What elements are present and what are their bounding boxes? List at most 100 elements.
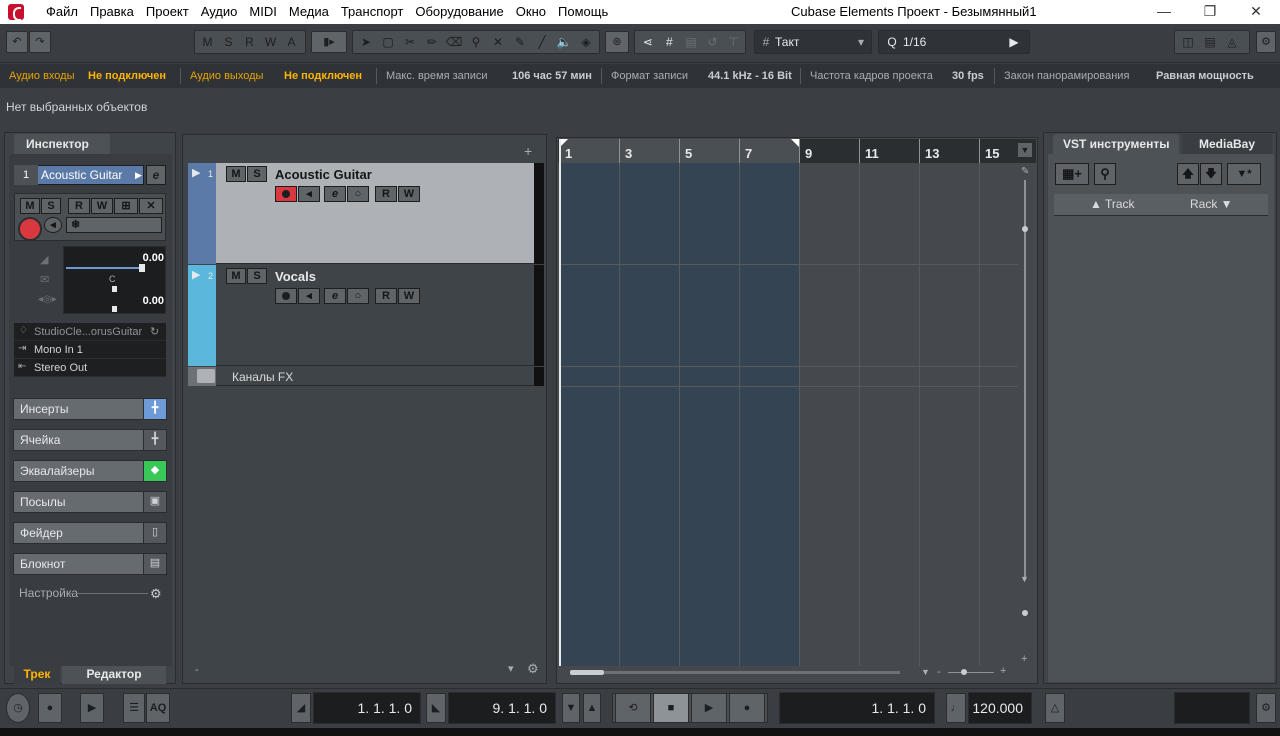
chevron-down-icon[interactable]: ▾ bbox=[508, 662, 514, 675]
track-record-button[interactable] bbox=[275, 186, 297, 202]
redo-icon[interactable]: ↷ bbox=[29, 31, 51, 53]
tab-inspector[interactable]: Инспектор bbox=[14, 134, 110, 154]
inspector-read-button[interactable]: R bbox=[68, 198, 90, 214]
column-track[interactable]: ▲ Track bbox=[1090, 197, 1135, 211]
punch-icon[interactable]: ▶ bbox=[80, 693, 104, 723]
fx-folder-name[interactable]: Каналы FX bbox=[232, 370, 293, 384]
write-toggle[interactable]: W bbox=[260, 32, 281, 52]
performance-icon[interactable]: ◷ bbox=[6, 693, 30, 723]
menu-project[interactable]: Проект bbox=[140, 0, 195, 24]
solo-toggle[interactable]: S bbox=[218, 32, 239, 52]
inspector-solo-button[interactable]: S bbox=[41, 198, 61, 214]
cycle-icon[interactable]: ⟲ bbox=[615, 693, 651, 723]
add-track-icon[interactable]: + bbox=[524, 143, 532, 159]
tab-track[interactable]: Трек bbox=[14, 666, 60, 684]
autoscroll-icon[interactable]: ▮▸ bbox=[311, 31, 347, 53]
events-icon[interactable]: ▤ bbox=[680, 32, 702, 52]
chevron-down-icon[interactable]: ▼ bbox=[1020, 574, 1029, 584]
track-edit-icon[interactable]: e bbox=[324, 186, 346, 202]
expand-icon[interactable]: ▶ bbox=[192, 166, 200, 179]
marker-icon[interactable]: ☰ bbox=[123, 693, 145, 723]
audio-in-value[interactable]: Не подключен bbox=[88, 64, 166, 88]
inspector-mute-button[interactable]: M bbox=[20, 198, 40, 214]
input-routing[interactable]: Mono In 1 bbox=[14, 341, 166, 359]
right-locator-display[interactable]: 9. 1. 1. 0 bbox=[448, 692, 556, 724]
play-tool-icon[interactable]: 🔈 bbox=[553, 32, 575, 52]
scrollbar-thumb[interactable] bbox=[570, 670, 604, 675]
split-tool-icon[interactable]: ✂ bbox=[399, 32, 421, 52]
search-icon[interactable]: ⚲ bbox=[1094, 163, 1116, 185]
stop-icon[interactable]: ■ bbox=[653, 693, 689, 723]
pencil-icon[interactable]: ✎ bbox=[1021, 166, 1029, 177]
menu-edit[interactable]: Правка bbox=[84, 0, 140, 24]
horizontal-zoom-slider[interactable] bbox=[948, 672, 994, 673]
undo-icon[interactable]: ↶ bbox=[6, 31, 28, 53]
inspector-record-button[interactable] bbox=[18, 217, 42, 241]
zoom-in-icon[interactable]: + bbox=[1000, 665, 1006, 677]
snap-to-zero-icon[interactable]: ⊛ bbox=[605, 31, 629, 53]
rec-time-value[interactable]: 106 час 57 мин bbox=[512, 64, 592, 88]
menu-help[interactable]: Помощь bbox=[552, 0, 614, 24]
edit-channel-icon[interactable]: e bbox=[146, 165, 166, 185]
horizontal-scrollbar[interactable] bbox=[570, 671, 900, 674]
track-mute-button[interactable]: M bbox=[226, 166, 246, 182]
column-rack[interactable]: Rack ▼ bbox=[1190, 197, 1233, 211]
inserts-icon[interactable]: ╋ bbox=[143, 398, 167, 420]
grid-icon[interactable]: # bbox=[659, 32, 681, 52]
menu-media[interactable]: Медиа bbox=[283, 0, 335, 24]
volume-handle[interactable] bbox=[139, 264, 145, 272]
position-display[interactable]: 1. 1. 1. 0 bbox=[779, 692, 935, 724]
pan-law-value[interactable]: Равная мощность bbox=[1156, 64, 1254, 88]
gear-icon[interactable]: ⚙ bbox=[1256, 693, 1276, 723]
cell-icon[interactable]: ╋ bbox=[143, 429, 167, 451]
apply-quantize-icon[interactable]: ▶ bbox=[1003, 32, 1025, 52]
arrow-down-icon[interactable]: 🡇 bbox=[1200, 163, 1222, 185]
section-inserts[interactable]: Инсерты ╋ bbox=[13, 398, 167, 420]
gear-icon[interactable]: ⚙ bbox=[150, 586, 162, 602]
restore-icon[interactable]: ❐ bbox=[1187, 0, 1233, 24]
mute-tool-icon[interactable]: ✕ bbox=[487, 32, 509, 52]
output-routing[interactable]: Stereo Out bbox=[14, 359, 166, 377]
mute-toggle[interactable]: M bbox=[197, 32, 218, 52]
record-mode-icon[interactable]: ● bbox=[38, 693, 62, 723]
menu-transport[interactable]: Транспорт bbox=[335, 0, 410, 24]
metronome-icon[interactable]: ♩ bbox=[946, 693, 966, 723]
zoom-out-icon[interactable]: - bbox=[937, 666, 941, 678]
select-tool-icon[interactable]: ➤ bbox=[355, 32, 377, 52]
right-locator-marker[interactable] bbox=[791, 139, 799, 147]
freeze-icon[interactable]: ⊞ bbox=[114, 198, 138, 214]
zoom-tool-icon[interactable]: ⚲ bbox=[465, 32, 487, 52]
snap-icon[interactable]: ⋖ bbox=[637, 32, 659, 52]
vertical-zoom-handle[interactable] bbox=[1022, 226, 1028, 232]
project-cursor[interactable] bbox=[559, 139, 561, 666]
rec-time-label[interactable]: Макс. время записи bbox=[386, 64, 488, 88]
vertical-zoom-slider[interactable] bbox=[1022, 610, 1028, 616]
chevron-right-icon[interactable]: ▶ bbox=[135, 165, 145, 185]
bypass-icon[interactable]: ✕ bbox=[139, 198, 163, 214]
range-tool-icon[interactable]: ▢ bbox=[377, 32, 399, 52]
rec-format-label[interactable]: Формат записи bbox=[611, 64, 688, 88]
gear-icon[interactable]: ⚙ bbox=[1256, 31, 1276, 53]
left-locator-icon[interactable]: ◢ bbox=[291, 693, 311, 723]
section-eq[interactable]: Эквалайзеры ◆ bbox=[13, 460, 167, 482]
track-monitor-icon[interactable]: ◂ bbox=[298, 288, 320, 304]
ruler-menu-icon[interactable]: ▼ bbox=[1018, 143, 1032, 157]
pan-handle[interactable] bbox=[112, 286, 117, 292]
color-tool-icon[interactable]: ◈ bbox=[575, 32, 597, 52]
track-name[interactable]: Vocals bbox=[275, 269, 316, 284]
audio-out-label[interactable]: Аудио выходы bbox=[190, 64, 263, 88]
track-edit-icon[interactable]: e bbox=[324, 288, 346, 304]
preset-row[interactable]: StudioCle...orusGuitar bbox=[14, 323, 166, 341]
gear-icon[interactable]: ⚙ bbox=[527, 661, 539, 677]
volume-slider[interactable] bbox=[66, 267, 142, 269]
menu-midi[interactable]: MIDI bbox=[243, 0, 282, 24]
add-instrument-icon[interactable]: ▦+ bbox=[1055, 163, 1089, 185]
record-icon[interactable]: ● bbox=[729, 693, 765, 723]
fader-icon[interactable]: ▯ bbox=[143, 522, 167, 544]
right-zone-icon[interactable]: ◬ bbox=[1221, 32, 1243, 52]
pan-law-label[interactable]: Закон панорамирования bbox=[1004, 64, 1129, 88]
arrow-up-icon[interactable]: 🡅 bbox=[1177, 163, 1199, 185]
eq-icon[interactable]: ◆ bbox=[143, 460, 167, 482]
track-monitor-icon[interactable]: ◂ bbox=[298, 186, 320, 202]
options-icon[interactable]: ▼* bbox=[1227, 163, 1261, 185]
